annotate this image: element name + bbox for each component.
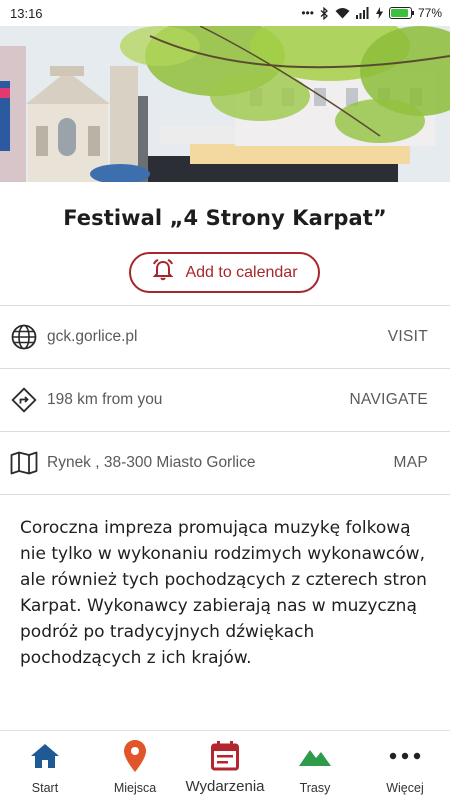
distance-row[interactable]: 198 km from you NAVIGATE [0, 368, 450, 431]
alarm-bell-icon [151, 258, 175, 287]
nav-item-wydarzenia[interactable]: Wydarzenia [180, 731, 270, 800]
directions-icon [10, 386, 38, 414]
nav-item-trasy[interactable]: Trasy [270, 731, 360, 800]
status-bar: 13:16 ••• 77% [0, 0, 450, 26]
calendar-icon [211, 741, 239, 771]
bluetooth-icon [320, 6, 329, 20]
nav-label-wiecej: Więcej [386, 781, 424, 795]
navigate-button[interactable]: NAVIGATE [350, 391, 428, 409]
nav-label-wydarzenia: Wydarzenia [185, 778, 265, 795]
map-button[interactable]: MAP [394, 454, 429, 472]
map-icon [10, 449, 38, 477]
divider [0, 494, 450, 495]
status-time: 13:16 [10, 5, 43, 21]
globe-icon [10, 323, 38, 351]
website-text: gck.gorlice.pl [47, 328, 138, 345]
battery-indicator: 77% [388, 6, 442, 20]
battery-percent: 77% [417, 6, 442, 20]
nav-item-miejsca[interactable]: Miejsca [90, 731, 180, 800]
nav-item-start[interactable]: Start [0, 731, 90, 800]
event-hero-image [0, 26, 450, 182]
website-row[interactable]: gck.gorlice.pl VISIT [0, 305, 450, 368]
status-icons: ••• 77% [301, 6, 442, 20]
bottom-navigation: Start Miejsca Wydarzenia Trasy Więcej [0, 730, 450, 800]
more-notifications-icon: ••• [301, 6, 314, 20]
signal-icon [355, 7, 370, 19]
more-dots-icon [389, 741, 421, 771]
nav-label-trasy: Trasy [299, 781, 331, 795]
nav-label-start: Start [31, 781, 59, 795]
address-row[interactable]: Rynek , 38-300 Miasto Gorlice MAP [0, 431, 450, 494]
location-pin-icon [124, 740, 146, 772]
mountain-icon [299, 741, 331, 771]
visit-button[interactable]: VISIT [388, 328, 428, 346]
home-icon [30, 741, 60, 771]
wifi-icon [335, 7, 350, 19]
battery-icon [388, 7, 414, 19]
nav-label-miejsca: Miejsca [113, 781, 157, 795]
distance-text: 198 km from you [47, 391, 163, 408]
address-text: Rynek , 38-300 Miasto Gorlice [47, 454, 256, 471]
add-to-calendar-label: Add to calendar [185, 263, 298, 281]
charging-icon [375, 7, 383, 19]
event-title: Festiwal „4 Strony Karpat” [63, 206, 387, 230]
add-to-calendar-button[interactable]: Add to calendar [129, 252, 320, 293]
event-description: Coroczna impreza promująca muzykę folkow… [20, 518, 427, 668]
nav-item-wiecej[interactable]: Więcej [360, 731, 450, 800]
